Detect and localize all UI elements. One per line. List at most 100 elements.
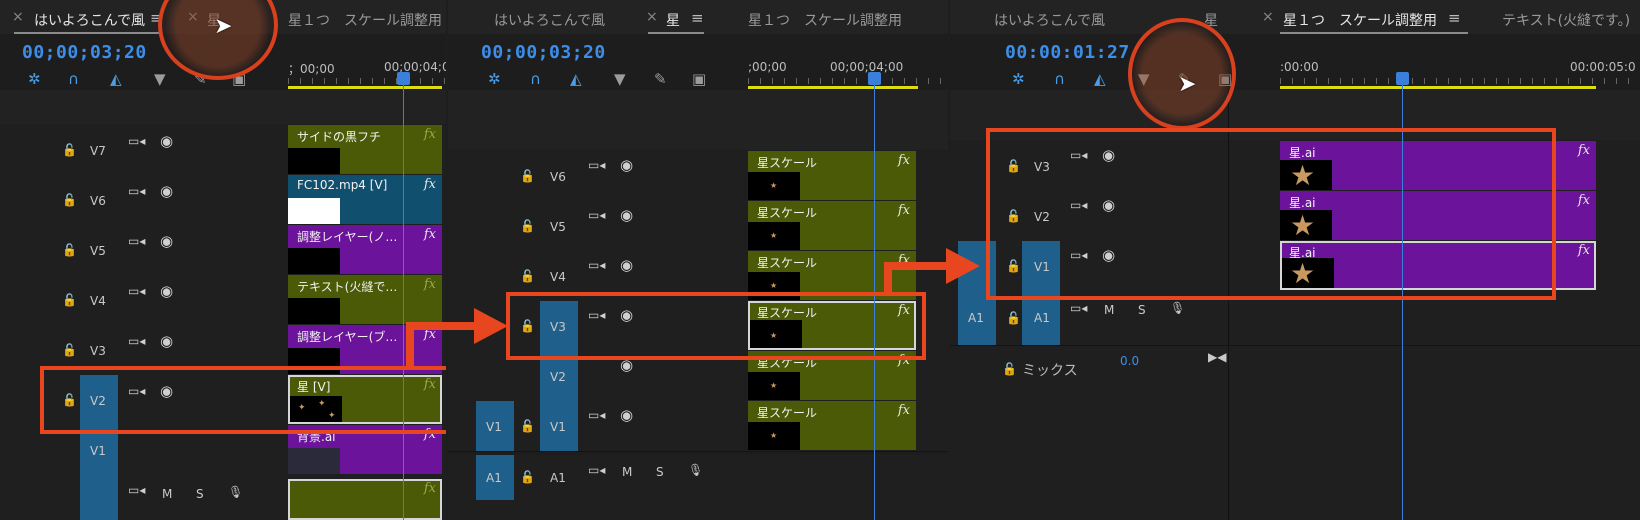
track-name[interactable]: A1: [550, 471, 566, 485]
lock-icon[interactable]: 🔓: [62, 143, 77, 157]
close-icon[interactable]: ×: [646, 9, 658, 25]
close-icon[interactable]: ×: [12, 9, 24, 25]
track-name[interactable]: V1: [90, 444, 106, 458]
snap-insert-icon[interactable]: ✲: [28, 70, 41, 88]
lock-icon[interactable]: 🔓: [520, 169, 535, 183]
mic-icon[interactable]: 🎙: [1170, 301, 1185, 315]
lock-icon[interactable]: 🔓: [62, 293, 77, 307]
magnet-snap-icon[interactable]: ∩: [530, 70, 541, 88]
mute-button[interactable]: M: [162, 487, 172, 501]
eye-icon[interactable]: ◉: [160, 182, 173, 200]
solo-button[interactable]: S: [656, 465, 664, 479]
wrench-icon[interactable]: ✎: [654, 70, 667, 88]
sync-lock-icon[interactable]: ▭◂: [128, 334, 145, 348]
work-area-bar[interactable]: [748, 86, 918, 89]
clip[interactable]: ★ 星スケール fx: [748, 151, 916, 200]
sync-lock-icon[interactable]: ▭◂: [128, 284, 145, 298]
mix-volume-value[interactable]: 0.0: [1120, 354, 1139, 368]
mic-icon[interactable]: 🎙: [688, 463, 703, 477]
time-ruler[interactable]: ;00;00 00;00;04;00: [748, 60, 948, 86]
sync-lock-icon[interactable]: ▭◂: [1070, 301, 1087, 315]
tab-sequence-1[interactable]: はいよろこんで風: [994, 10, 1105, 30]
track-name[interactable]: V6: [90, 194, 106, 208]
lock-icon[interactable]: 🔓: [520, 470, 535, 484]
lock-icon[interactable]: 🔓: [520, 419, 535, 433]
track-name[interactable]: A1: [1034, 311, 1050, 325]
captions-icon[interactable]: ▣: [692, 70, 706, 88]
magnet-snap-icon[interactable]: ∩: [1054, 70, 1065, 88]
linked-selection-icon[interactable]: ◭: [110, 70, 122, 88]
collapse-icon[interactable]: ▶◀: [1208, 350, 1226, 364]
linked-selection-icon[interactable]: ◭: [1094, 70, 1106, 88]
lock-icon[interactable]: 🔓: [1006, 311, 1021, 325]
lock-icon[interactable]: 🔓: [62, 343, 77, 357]
solo-button[interactable]: S: [1138, 303, 1146, 317]
track-name[interactable]: V6: [550, 170, 566, 184]
lock-icon[interactable]: 🔓: [1002, 362, 1017, 376]
lock-icon[interactable]: 🔓: [62, 243, 77, 257]
clip[interactable]: ★ 星スケール fx: [748, 201, 916, 250]
snap-insert-icon[interactable]: ✲: [488, 70, 501, 88]
mute-button[interactable]: M: [622, 465, 632, 479]
tab-sequence-3[interactable]: 星１つ スケール調整用: [288, 10, 442, 30]
tab-sequence-1[interactable]: はいよろこんで風: [494, 10, 605, 30]
solo-button[interactable]: S: [196, 487, 204, 501]
tab-sequence-1[interactable]: はいよろこんで風: [34, 10, 145, 30]
sync-lock-icon[interactable]: ▭◂: [128, 234, 145, 248]
tab-sequence-2[interactable]: 星: [666, 10, 680, 30]
marker-icon[interactable]: ▼: [154, 70, 166, 88]
eye-icon[interactable]: ◉: [620, 406, 633, 424]
sync-lock-icon[interactable]: ▭◂: [588, 158, 605, 172]
sync-lock-icon[interactable]: ▭◂: [128, 483, 145, 497]
eye-icon[interactable]: ◉: [620, 206, 633, 224]
lock-icon[interactable]: 🔓: [520, 219, 535, 233]
track-name[interactable]: V3: [90, 344, 106, 358]
snap-insert-icon[interactable]: ✲: [1012, 70, 1025, 88]
mic-icon[interactable]: 🎙: [228, 485, 243, 499]
eye-icon[interactable]: ◉: [160, 332, 173, 350]
clip[interactable]: サイドの黒フチ fx: [288, 125, 442, 174]
linked-selection-icon[interactable]: ◭: [570, 70, 582, 88]
timecode-display[interactable]: 00:00:01:27: [1005, 42, 1130, 63]
track-target[interactable]: [80, 475, 118, 520]
tab-sequence-4[interactable]: テキスト(火縫です。): [1502, 10, 1630, 30]
tab-sequence-3[interactable]: 星１つ スケール調整用: [748, 10, 902, 30]
tab-menu-icon[interactable]: ≡: [1448, 9, 1461, 27]
work-area-bar[interactable]: [288, 86, 442, 89]
track-name[interactable]: V1: [550, 420, 566, 434]
sync-lock-icon[interactable]: ▭◂: [588, 258, 605, 272]
sync-lock-icon[interactable]: ▭◂: [128, 134, 145, 148]
clip[interactable]: ★ 星スケール fx: [748, 401, 916, 450]
track-name[interactable]: V2: [550, 370, 566, 384]
eye-icon[interactable]: ◉: [160, 132, 173, 150]
eye-icon[interactable]: ◉: [620, 256, 633, 274]
timecode-display[interactable]: 00;00;03;20: [22, 42, 147, 63]
mute-button[interactable]: M: [1104, 303, 1114, 317]
eye-icon[interactable]: ◉: [620, 156, 633, 174]
magnet-snap-icon[interactable]: ∩: [68, 70, 79, 88]
track-name[interactable]: V5: [90, 244, 106, 258]
time-ruler[interactable]: ；00;00 00;00;04;00: [288, 60, 446, 86]
track-name[interactable]: V4: [550, 270, 566, 284]
clip[interactable]: 調整レイヤー(ノ… fx: [288, 225, 442, 274]
clip[interactable]: FC102.mp4 [V] fx: [288, 175, 442, 224]
work-area-bar[interactable]: [1280, 86, 1596, 89]
tab-sequence-3[interactable]: 星１つ スケール調整用: [1283, 10, 1437, 30]
sync-lock-icon[interactable]: ▭◂: [128, 184, 145, 198]
eye-icon[interactable]: ◉: [160, 232, 173, 250]
lock-icon[interactable]: 🔓: [62, 193, 77, 207]
marker-icon[interactable]: ▼: [614, 70, 626, 88]
sync-lock-icon[interactable]: ▭◂: [588, 408, 605, 422]
lock-icon[interactable]: 🔓: [520, 269, 535, 283]
track-name[interactable]: V4: [90, 294, 106, 308]
tab-menu-icon[interactable]: ≡: [691, 9, 704, 27]
clip[interactable]: fx: [288, 479, 442, 520]
timecode-display[interactable]: 00;00;03;20: [481, 42, 606, 63]
track-name[interactable]: V7: [90, 144, 106, 158]
time-ruler[interactable]: :00:00 00:00:05:0: [1280, 60, 1640, 86]
close-icon[interactable]: ×: [1262, 9, 1274, 25]
eye-icon[interactable]: ◉: [160, 282, 173, 300]
track-name[interactable]: V5: [550, 220, 566, 234]
sync-lock-icon[interactable]: ▭◂: [588, 208, 605, 222]
clip[interactable]: テキスト(火縫で… fx: [288, 275, 442, 324]
